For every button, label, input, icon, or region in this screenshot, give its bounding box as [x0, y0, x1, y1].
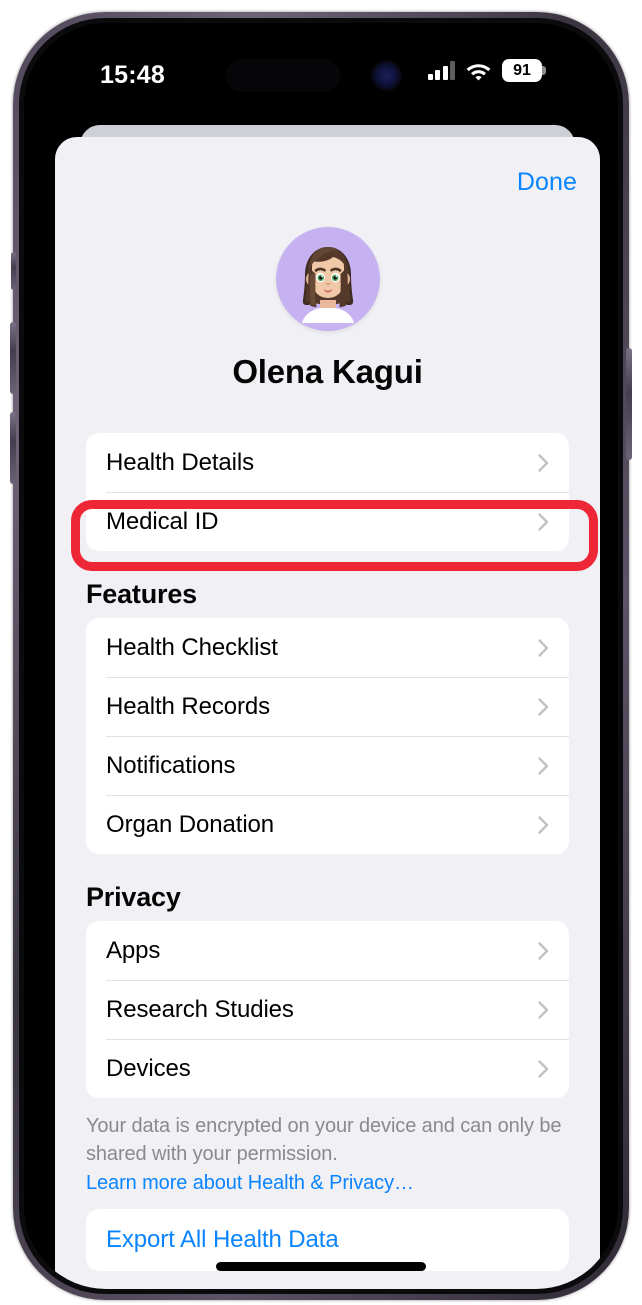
chevron-right-icon: [538, 1059, 549, 1078]
chevron-right-icon: [538, 941, 549, 960]
memoji-avatar-icon: [301, 247, 354, 323]
cellular-signal-icon: [427, 61, 455, 80]
section-header-features: Features: [86, 579, 197, 609]
row-health-details[interactable]: Health Details: [86, 433, 569, 492]
row-label: Health Details: [106, 448, 255, 476]
row-health-records[interactable]: Health Records: [86, 677, 569, 736]
chevron-right-icon: [538, 756, 549, 775]
avatar[interactable]: [275, 227, 380, 331]
row-label: Devices: [106, 1054, 191, 1082]
group-privacy: Apps Research Studies Devices: [86, 921, 569, 1098]
chevron-right-icon: [538, 638, 549, 657]
status-bar: 15:48 91: [24, 23, 618, 101]
chevron-right-icon: [538, 512, 549, 531]
row-label: Apps: [106, 936, 161, 964]
phone-bezel: 15:48 91 Done Olena Kagui Health Details…: [19, 18, 623, 1294]
profile-name: Olena Kagui: [232, 353, 423, 390]
front-camera-icon: [371, 60, 402, 91]
row-research-studies[interactable]: Research Studies: [86, 980, 569, 1039]
sheet-header: Done: [55, 137, 600, 196]
row-label: Research Studies: [106, 995, 294, 1023]
phone-screen: 15:48 91 Done Olena Kagui Health Details…: [24, 23, 618, 1289]
privacy-footer-text: Your data is encrypted on your device an…: [86, 1115, 562, 1165]
row-label: Medical ID: [106, 507, 219, 535]
row-devices[interactable]: Devices: [86, 1039, 569, 1098]
volume-down-button[interactable]: [10, 412, 16, 484]
power-button[interactable]: [626, 348, 632, 460]
chevron-right-icon: [538, 1000, 549, 1019]
row-notifications[interactable]: Notifications: [86, 736, 569, 795]
row-label: Health Records: [106, 692, 271, 720]
row-label: Notifications: [106, 751, 236, 779]
privacy-learn-more-link[interactable]: Learn more about Health & Privacy…: [86, 1169, 569, 1197]
battery-icon: 91: [502, 59, 546, 82]
export-label: Export All Health Data: [106, 1226, 339, 1253]
done-button[interactable]: Done: [517, 168, 577, 197]
privacy-footer: Your data is encrypted on your device an…: [86, 1112, 569, 1197]
status-time: 15:48: [100, 61, 165, 89]
chevron-right-icon: [538, 697, 549, 716]
battery-level-text: 91: [513, 61, 531, 79]
phone-frame: 15:48 91 Done Olena Kagui Health Details…: [10, 12, 632, 1300]
home-indicator[interactable]: [216, 1262, 426, 1271]
group-features: Health Checklist Health Records Notifica…: [86, 618, 569, 854]
chevron-right-icon: [538, 815, 549, 834]
section-header-privacy: Privacy: [86, 882, 181, 912]
profile-header: Olena Kagui: [55, 227, 600, 391]
group-account: Health Details Medical ID: [86, 433, 569, 551]
chevron-right-icon: [538, 453, 549, 472]
row-medical-id[interactable]: Medical ID: [86, 492, 569, 551]
status-indicators: 91: [427, 59, 546, 82]
health-profile-sheet: Done Olena Kagui Health Details Medical …: [55, 137, 600, 1289]
row-label: Organ Donation: [106, 810, 275, 838]
row-health-checklist[interactable]: Health Checklist: [86, 618, 569, 677]
wifi-icon: [466, 63, 491, 80]
row-label: Health Checklist: [106, 633, 278, 661]
dynamic-island: [225, 59, 341, 92]
volume-up-button[interactable]: [10, 322, 16, 394]
row-organ-donation[interactable]: Organ Donation: [86, 795, 569, 854]
row-apps[interactable]: Apps: [86, 921, 569, 980]
silent-switch-button[interactable]: [11, 252, 16, 290]
